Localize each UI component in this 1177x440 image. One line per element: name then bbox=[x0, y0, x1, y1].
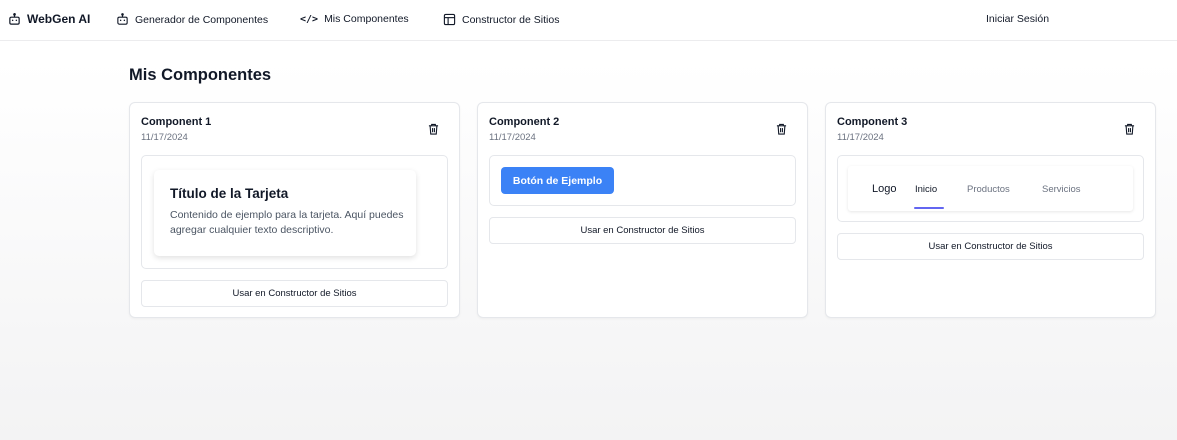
layout-icon bbox=[443, 13, 456, 26]
component-card: Component 3 11/17/2024 Logo Inicio Produ… bbox=[825, 102, 1156, 318]
code-icon: </> bbox=[300, 13, 319, 25]
robot-icon bbox=[116, 13, 129, 26]
brand-link[interactable]: WebGen AI bbox=[8, 12, 90, 26]
preview-card-text: Contenido de ejemplo para la tarjeta. Aq… bbox=[170, 209, 404, 236]
preview-nav-link-servicios[interactable]: Servicios bbox=[1042, 184, 1081, 195]
component-date: 11/17/2024 bbox=[837, 132, 884, 143]
nav-item-generador[interactable]: Generador de Componentes bbox=[116, 13, 268, 26]
component-date: 11/17/2024 bbox=[141, 132, 188, 143]
trash-icon[interactable] bbox=[1124, 122, 1135, 135]
component-card: Component 1 11/17/2024 Título de la Tarj… bbox=[129, 102, 460, 318]
preview-navbar: Logo Inicio Productos Servicios bbox=[848, 166, 1133, 211]
preview-example-button[interactable]: Botón de Ejemplo bbox=[501, 167, 614, 194]
nav-item-label: Constructor de Sitios bbox=[462, 13, 560, 26]
top-navbar: WebGen AI Generador de Componentes </> M… bbox=[0, 0, 1177, 41]
component-date: 11/17/2024 bbox=[489, 132, 536, 143]
use-in-builder-button[interactable]: Usar en Constructor de Sitios bbox=[837, 233, 1144, 260]
nav-item-label: Generador de Componentes bbox=[135, 13, 269, 26]
trash-icon[interactable] bbox=[776, 122, 787, 135]
component-preview: Logo Inicio Productos Servicios bbox=[837, 155, 1144, 222]
component-name: Component 3 bbox=[837, 116, 908, 128]
nav-item-constructor[interactable]: Constructor de Sitios bbox=[443, 13, 559, 26]
preview-logo: Logo bbox=[872, 183, 897, 195]
component-preview: Botón de Ejemplo bbox=[489, 155, 796, 206]
nav-item-label: Mis Componentes bbox=[324, 13, 409, 25]
component-card: Component 2 11/17/2024 Botón de Ejemplo … bbox=[477, 102, 808, 318]
preview-nav-link-productos[interactable]: Productos bbox=[967, 184, 1010, 195]
trash-icon[interactable] bbox=[428, 122, 439, 135]
component-name: Component 1 bbox=[141, 116, 212, 128]
component-name: Component 2 bbox=[489, 116, 560, 128]
login-button[interactable]: Iniciar Sesión bbox=[986, 13, 1049, 25]
brand-name: WebGen AI bbox=[27, 12, 91, 26]
active-link-underline bbox=[914, 207, 944, 209]
preview-nav-link-inicio[interactable]: Inicio bbox=[915, 184, 937, 195]
nav-item-mis-componentes[interactable]: </> Mis Componentes bbox=[300, 13, 409, 25]
page-title: Mis Componentes bbox=[129, 66, 272, 84]
preview-card: Título de la Tarjeta Contenido de ejempl… bbox=[154, 170, 416, 256]
preview-card-title: Título de la Tarjeta bbox=[170, 186, 289, 201]
use-in-builder-button[interactable]: Usar en Constructor de Sitios bbox=[489, 217, 796, 244]
component-preview: Título de la Tarjeta Contenido de ejempl… bbox=[141, 155, 448, 269]
use-in-builder-button[interactable]: Usar en Constructor de Sitios bbox=[141, 280, 448, 307]
robot-icon bbox=[8, 12, 21, 26]
